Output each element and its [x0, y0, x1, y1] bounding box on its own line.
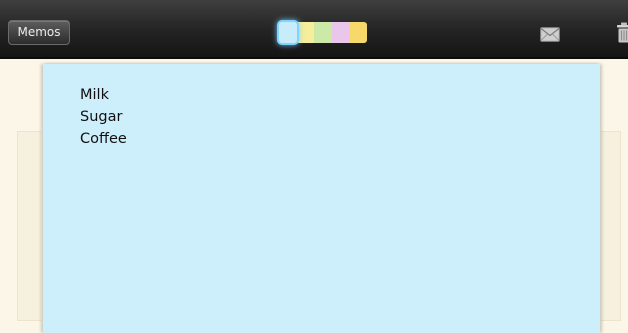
- memo-line: Sugar: [80, 109, 123, 125]
- color-swatch-orange[interactable]: [349, 22, 367, 43]
- stacked-memo-right: [601, 131, 621, 321]
- color-swatches: [279, 22, 367, 43]
- mail-icon[interactable]: [540, 27, 560, 42]
- color-swatch-pink[interactable]: [331, 22, 350, 43]
- color-swatch-blue[interactable]: [279, 22, 297, 43]
- memo-line: Milk: [80, 87, 109, 103]
- color-swatch-green[interactable]: [314, 22, 332, 43]
- trash-icon[interactable]: [616, 22, 628, 43]
- top-toolbar: Memos: [0, 0, 628, 59]
- memo-line: Coffee: [80, 131, 127, 147]
- memos-button[interactable]: Memos: [8, 20, 70, 45]
- stacked-memo-left: [17, 131, 41, 321]
- color-swatch-yellow[interactable]: [296, 22, 315, 43]
- memo-card[interactable]: Milk Sugar Coffee: [43, 64, 600, 333]
